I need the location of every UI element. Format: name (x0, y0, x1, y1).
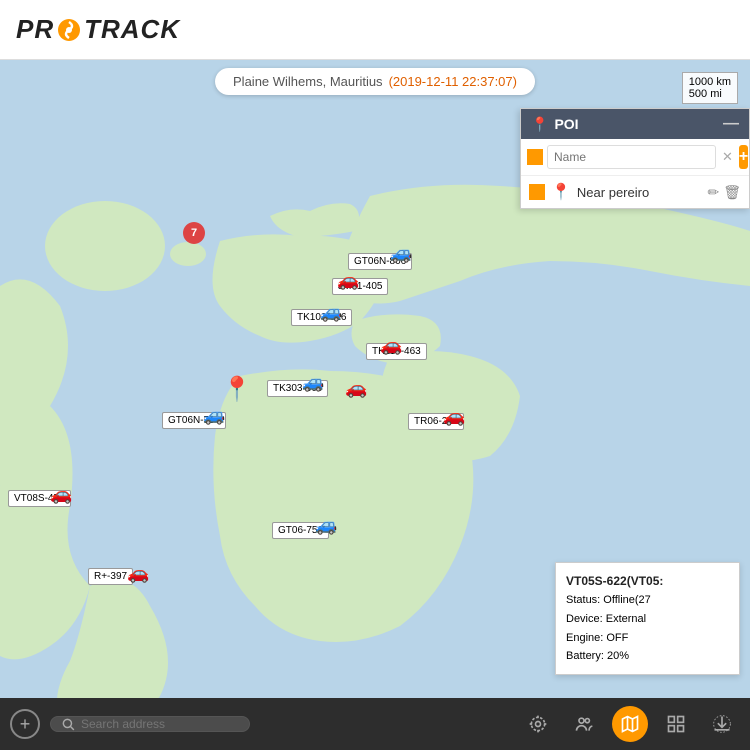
logo-icon (55, 16, 83, 44)
main-content: Plaine Wilhems, Mauritius (2019-12-11 22… (0, 60, 750, 750)
vehicle-tr06-226[interactable]: 🚗 (443, 406, 465, 427)
red-pin-marker[interactable]: 📍 (222, 375, 252, 404)
logo: PR TRACK (16, 14, 180, 45)
poi-item-edit-btn[interactable]: ✏ (707, 184, 719, 201)
poi-item-checkbox[interactable] (529, 184, 545, 200)
logo-text-pr: PR (16, 14, 54, 45)
vehicle-r397[interactable]: 🚗 (127, 563, 149, 584)
vehicle-popup: VT05S-622(VT05: Status: Offline(27 Devic… (555, 562, 740, 675)
grid-btn[interactable] (658, 706, 694, 742)
poi-title-area: 📍 POI (531, 116, 579, 133)
poi-header: 📍 POI — (521, 109, 749, 139)
search-icon (61, 717, 75, 731)
poi-search-clear-btn[interactable]: ✕ (720, 149, 735, 165)
poi-location-icon: 📍 (531, 116, 548, 133)
map-active-icon (620, 714, 640, 734)
poi-item-actions: ✏ 🗑 (707, 184, 741, 201)
bottom-toolbar: + (0, 698, 750, 750)
datetime-text: (2019-12-11 22:37:07) (389, 74, 517, 89)
poi-panel: 📍 POI — ✕ + 📍 Near pereiro ✏ 🗑 (520, 108, 750, 209)
cluster-iceland[interactable]: 7 (183, 222, 205, 244)
poi-item-delete-btn[interactable]: 🗑 (723, 184, 741, 201)
poi-title: POI (554, 116, 578, 132)
download-icon (712, 714, 732, 734)
vehicle-334[interactable]: 🚗 (345, 378, 367, 399)
logo-text-track: TRACK (84, 14, 180, 45)
location-text: Plaine Wilhems, Mauritius (233, 74, 383, 89)
scale-km: 1000 km (689, 76, 731, 88)
poi-add-btn[interactable]: + (739, 145, 748, 169)
grid-icon (666, 714, 686, 734)
poi-item-location-icon: 📍 (551, 182, 571, 202)
add-button[interactable]: + (10, 709, 40, 739)
vehicle-tk116-463[interactable]: 🚗 (380, 335, 402, 356)
poi-filter-checkbox[interactable] (527, 149, 543, 165)
scale-mi: 500 mi (689, 88, 731, 100)
location-btn[interactable] (520, 706, 556, 742)
vehicle-gt06-750[interactable]: 🚙 (315, 515, 337, 536)
download-btn[interactable] (704, 706, 740, 742)
app-header: PR TRACK (0, 0, 750, 60)
vehicle-popup-engine: Engine: OFF (566, 629, 729, 648)
search-input[interactable] (81, 717, 239, 731)
vehicle-gt06n-806[interactable]: 🚙 (390, 243, 412, 264)
vehicle-tk303-300[interactable]: 🚙 (302, 372, 324, 393)
vehicle-popup-title: VT05S-622(VT05: (566, 571, 729, 591)
poi-item-name: Near pereiro (577, 185, 702, 200)
vehicle-popup-device: Device: External (566, 610, 729, 629)
vehicle-tk103-926[interactable]: 🚙 (320, 302, 342, 323)
group-icon (574, 714, 594, 734)
poi-minimize-btn[interactable]: — (723, 115, 739, 133)
poi-search-input[interactable] (547, 145, 716, 169)
scale-bar: 1000 km 500 mi (682, 72, 738, 104)
vehicle-gt06n-554[interactable]: 🚙 (203, 405, 225, 426)
poi-search-row: ✕ + (521, 139, 749, 175)
map-area[interactable]: Plaine Wilhems, Mauritius (2019-12-11 22… (0, 60, 750, 750)
vehicle-popup-battery: Battery: 20% (566, 647, 729, 666)
group-btn[interactable] (566, 706, 602, 742)
poi-item-row: 📍 Near pereiro ✏ 🗑 (521, 175, 749, 208)
vehicle-jm01-405[interactable]: 🚗 (337, 270, 359, 291)
search-bar (50, 716, 250, 732)
vehicle-vt08s-474[interactable]: 🚗 (50, 484, 72, 505)
location-icon (528, 714, 548, 734)
map-info-bar: Plaine Wilhems, Mauritius (2019-12-11 22… (215, 68, 535, 95)
map-btn[interactable] (612, 706, 648, 742)
vehicle-popup-status: Status: Offline(27 (566, 591, 729, 610)
